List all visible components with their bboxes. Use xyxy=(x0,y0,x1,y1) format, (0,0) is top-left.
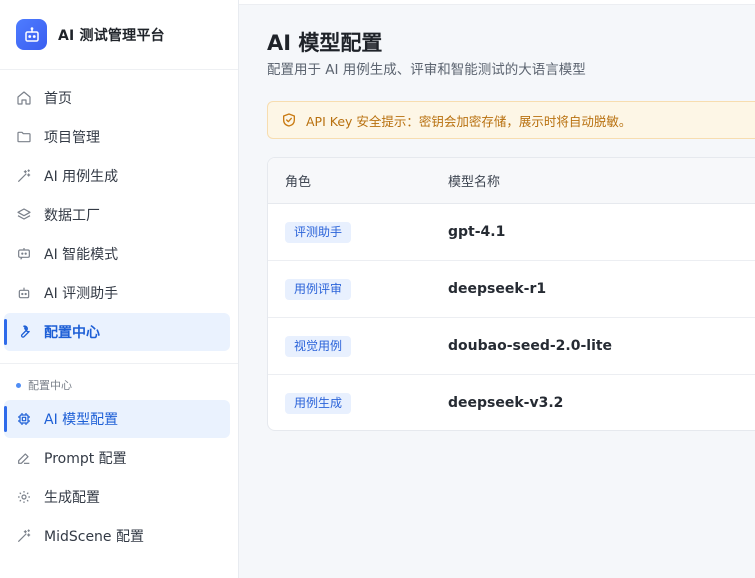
table-row[interactable]: 视觉用例 doubao-seed-2.0-lite xyxy=(268,318,755,375)
column-header-role[interactable]: 角色 xyxy=(268,171,448,190)
role-cell: 视觉用例 xyxy=(268,335,448,357)
table-row[interactable]: 用例生成 deepseek-v3.2 xyxy=(268,375,755,430)
sidebar-item-prompt-config[interactable]: Prompt 配置 xyxy=(4,439,230,477)
sidebar-item-config-center[interactable]: 配置中心 xyxy=(4,313,230,351)
role-cell: 用例评审 xyxy=(268,278,448,300)
chip-icon xyxy=(16,411,32,427)
page-title: AI 模型配置 xyxy=(267,31,383,55)
sidebar-item-label: AI 用例生成 xyxy=(44,169,119,185)
sidebar-nav: 首页 项目管理 AI 用例生成 数据工厂 AI 智能模式 AI 评测助手 配置中… xyxy=(0,70,238,351)
folder-icon xyxy=(16,129,32,145)
sidebar-item-generation-config[interactable]: 生成配置 xyxy=(4,478,230,516)
gear-icon xyxy=(16,489,32,505)
section-label: 配置中心 xyxy=(0,374,238,396)
robot-icon xyxy=(16,285,32,301)
sidebar-item-ai-case-gen[interactable]: AI 用例生成 xyxy=(4,157,230,195)
model-name: gpt-4.1 xyxy=(448,224,506,240)
model-name: deepseek-v3.2 xyxy=(448,394,564,411)
magic-wand-icon xyxy=(16,168,32,184)
sidebar-item-home[interactable]: 首页 xyxy=(4,79,230,117)
table-row[interactable]: 用例评审 deepseek-r1 xyxy=(268,261,755,318)
role-tag: 用例评审 xyxy=(285,279,352,300)
column-header-model[interactable]: 模型名称 xyxy=(448,171,500,190)
security-alert: API Key 安全提示：密钥会加密存储，展示时将自动脱敏。 xyxy=(267,101,755,139)
sidebar-item-label: 配置中心 xyxy=(44,325,100,341)
model-name: doubao-seed-2.0-lite xyxy=(448,338,613,354)
layers-icon xyxy=(16,207,32,223)
section-label-text: 配置中心 xyxy=(28,379,72,392)
sidebar-item-label: AI 评测助手 xyxy=(44,286,119,302)
home-icon xyxy=(16,90,32,106)
sidebar-item-label: 生成配置 xyxy=(44,490,100,506)
sidebar-item-ai-smart-mode[interactable]: AI 智能模式 xyxy=(4,235,230,273)
model-table: 角色 模型名称 评测助手 gpt-4.1 用例评审 deepseek-r1 视觉… xyxy=(267,157,755,431)
sidebar: AI 测试管理平台 首页 项目管理 AI 用例生成 数据工厂 AI 智能模式 A… xyxy=(0,0,239,578)
sidebar-item-data-factory[interactable]: 数据工厂 xyxy=(4,196,230,234)
page-header: AI 模型配置 配置用于 AI 用例生成、评审和智能测试的大语言模型 xyxy=(239,0,755,80)
edit-icon xyxy=(16,450,32,466)
sidebar-divider xyxy=(0,363,238,364)
model-name: deepseek-r1 xyxy=(448,281,547,297)
sidebar-item-label: MidScene 配置 xyxy=(44,529,144,545)
brand-title: AI 测试管理平台 xyxy=(58,27,165,44)
chat-bot-icon xyxy=(16,246,32,262)
magic-wand-icon xyxy=(16,528,32,544)
table-row[interactable]: 评测助手 gpt-4.1 xyxy=(268,204,755,261)
sub-nav: AI 模型配置 Prompt 配置 生成配置 MidScene 配置 xyxy=(0,400,238,555)
main-content: AI 模型配置 配置用于 AI 用例生成、评审和智能测试的大语言模型 API K… xyxy=(239,0,755,578)
role-cell: 评测助手 xyxy=(268,221,448,243)
shield-check-icon xyxy=(281,112,297,128)
app-root: AI 测试管理平台 首页 项目管理 AI 用例生成 数据工厂 AI 智能模式 A… xyxy=(0,0,755,578)
role-tag: 视觉用例 xyxy=(285,336,352,357)
sidebar-item-label: 项目管理 xyxy=(44,130,100,146)
sidebar-item-label: Prompt 配置 xyxy=(44,451,127,467)
page-subtitle: 配置用于 AI 用例生成、评审和智能测试的大语言模型 xyxy=(267,62,586,78)
alert-text: API Key 安全提示：密钥会加密存储，展示时将自动脱敏。 xyxy=(306,113,632,129)
top-bar xyxy=(239,0,755,5)
role-tag: 评测助手 xyxy=(285,222,352,243)
robot-icon xyxy=(16,19,47,50)
sidebar-item-projects[interactable]: 项目管理 xyxy=(4,118,230,156)
sidebar-item-label: 首页 xyxy=(44,91,72,107)
sidebar-item-label: AI 智能模式 xyxy=(44,247,119,263)
section-dot xyxy=(16,382,21,388)
sidebar-item-ai-eval-assistant[interactable]: AI 评测助手 xyxy=(4,274,230,312)
sidebar-item-label: 数据工厂 xyxy=(44,208,100,224)
sidebar-item-midscene-config[interactable]: MidScene 配置 xyxy=(4,517,230,555)
table-header: 角色 模型名称 xyxy=(268,158,755,204)
brand[interactable]: AI 测试管理平台 xyxy=(0,0,238,70)
role-cell: 用例生成 xyxy=(268,392,448,414)
sidebar-item-label: AI 模型配置 xyxy=(44,412,119,428)
role-tag: 用例生成 xyxy=(285,392,352,414)
sidebar-item-ai-model-config[interactable]: AI 模型配置 xyxy=(4,400,230,438)
wrench-icon xyxy=(16,324,32,340)
